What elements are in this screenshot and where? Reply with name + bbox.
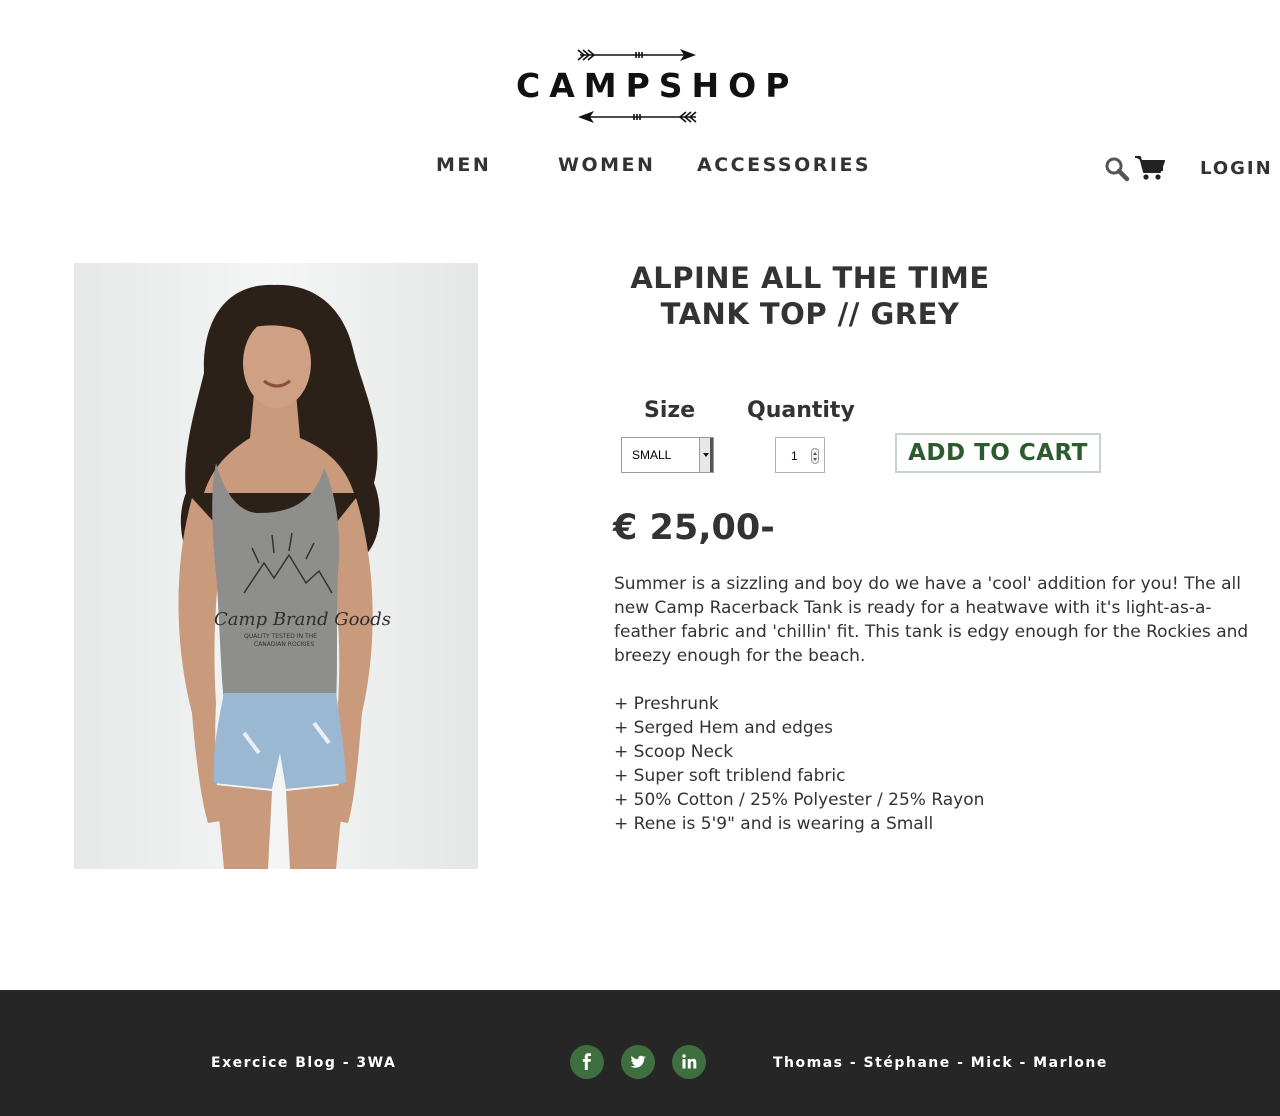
quantity-spinner-icon[interactable] [811, 448, 819, 464]
feature-item: + Scoop Neck [614, 742, 734, 762]
footer-right-text: Thomas - Stéphane - Mick - Marlone [773, 1055, 1108, 1071]
shirt-print-subtext: QUALITY TESTED IN THE [244, 633, 317, 640]
quantity-label: Quantity [747, 398, 855, 423]
feature-item: + Rene is 5'9" and is wearing a Small [614, 814, 934, 834]
twitter-icon[interactable] [621, 1045, 655, 1079]
product-description: Summer is a sizzling and boy do we have … [614, 574, 1249, 666]
feature-list: + Preshrunk + Serged Hem and edges + Sco… [614, 692, 1254, 836]
facebook-icon[interactable] [570, 1045, 604, 1079]
feature-item: + 50% Cotton / 25% Polyester / 25% Rayon [614, 790, 985, 810]
linkedin-icon[interactable] [672, 1045, 706, 1079]
size-label: Size [644, 398, 696, 423]
nav-men[interactable]: MEN [436, 154, 491, 176]
feature-item: + Preshrunk [614, 694, 719, 714]
login-link[interactable]: LOGIN [1200, 158, 1273, 179]
product-title-line1: ALPINE ALL THE TIME [630, 261, 990, 295]
nav-accessories[interactable]: ACCESSORIES [697, 154, 871, 176]
campshop-logo[interactable]: CAMPSHOP [510, 44, 799, 128]
footer: Exercice Blog - 3WA Thomas - Stéphane - … [0, 990, 1280, 1116]
quantity-value: 1 [791, 449, 798, 463]
shirt-print-subtext-2: CANADIAN ROCKIES [254, 641, 314, 648]
feature-item: + Super soft triblend fabric [614, 766, 846, 786]
nav-women[interactable]: WOMEN [558, 154, 655, 176]
product-title-line2: TANK TOP // GREY [660, 297, 960, 331]
footer-left-text: Exercice Blog - 3WA [211, 1055, 397, 1071]
quantity-input[interactable]: 1 [775, 437, 825, 473]
product-title: ALPINE ALL THE TIME TANK TOP // GREY [610, 260, 1010, 332]
feature-item: + Serged Hem and edges [614, 718, 833, 738]
size-select[interactable]: SMALL [621, 437, 714, 473]
chevron-down-icon[interactable] [699, 438, 713, 472]
product-price: € 25,00- [613, 508, 775, 548]
logo-text: CAMPSHOP [516, 66, 799, 105]
cart-icon[interactable] [1134, 154, 1166, 182]
search-icon[interactable] [1104, 156, 1130, 182]
product-image: Camp Brand Goods QUALITY TESTED IN THE C… [74, 263, 478, 869]
shirt-print-text: Camp Brand Goods [214, 609, 391, 630]
size-selected-value: SMALL [632, 448, 672, 462]
add-to-cart-button[interactable]: ADD TO CART [895, 433, 1101, 473]
